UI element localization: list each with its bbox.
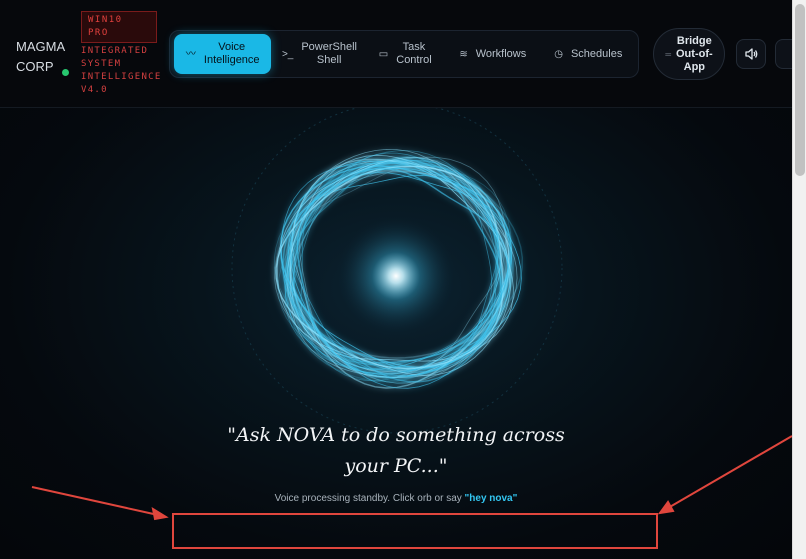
system-tag-line: V4.0 <box>81 85 108 95</box>
speaker-icon <box>745 48 758 60</box>
wake-word: "hey nova" <box>464 493 518 504</box>
tab-label: Task Control <box>396 41 431 67</box>
quote-line: "Ask NOVA to do something across <box>227 424 565 446</box>
tab-workflows[interactable]: ≋ Workflows <box>445 34 540 74</box>
tab-label-line: Task <box>402 41 426 53</box>
tab-voice-intelligence[interactable]: 〰 Voice Intelligence <box>174 34 272 74</box>
command-input-area[interactable] <box>172 513 658 549</box>
tab-label-line: Shell <box>316 54 342 66</box>
bridge-label-line: App <box>683 60 706 73</box>
bridge-label-line: Out-of- <box>676 47 713 60</box>
bridge-label: Bridge Out-of- App <box>676 35 713 74</box>
tab-schedules[interactable]: ◷ Schedules <box>543 34 634 74</box>
tab-label: Schedules <box>570 47 623 60</box>
link-icon: ═ <box>665 49 671 59</box>
terminal-icon: >_ <box>281 48 294 60</box>
tab-label-line: Control <box>396 54 432 66</box>
online-status-dot <box>62 69 69 76</box>
overflow-button[interactable] <box>775 39 792 69</box>
voice-orb[interactable] <box>0 108 792 559</box>
tab-task-control[interactable]: ▭ Task Control <box>367 34 443 74</box>
main-nav: 〰 Voice Intelligence >_ PowerShell Shell… <box>169 30 639 78</box>
system-tag-line: INTELLIGENCE <box>81 72 162 82</box>
scrollbar-thumb[interactable] <box>795 4 805 176</box>
bridge-out-of-app-button[interactable]: ═ Bridge Out-of- App <box>653 28 725 80</box>
brand-line-1: MAGMA <box>16 39 66 54</box>
app-header: MAGMA CORP WIN10 PRO INTEGRATED SYSTEM I… <box>0 0 792 108</box>
sound-toggle-button[interactable] <box>736 39 766 69</box>
orb-core <box>336 216 456 336</box>
hint-text: Voice processing standby. Click orb or s… <box>274 493 465 504</box>
voice-prompt-quote: "Ask NOVA to do something across your PC… <box>196 420 596 482</box>
brand-logo[interactable]: MAGMA CORP <box>16 37 65 77</box>
edition-line-1: WIN10 <box>88 15 123 25</box>
voice-status-hint: Voice processing standby. Click orb or s… <box>196 493 596 504</box>
monitor-icon: ▭ <box>378 48 389 60</box>
page-scrollbar[interactable] <box>792 0 806 559</box>
edition-line-2: PRO <box>88 28 109 38</box>
edition-badge: WIN10 PRO <box>81 11 157 43</box>
tab-label: Voice Intelligence <box>204 41 260 67</box>
tab-label-line: PowerShell <box>301 41 357 53</box>
wave-icon: 〰 <box>185 48 196 60</box>
voice-panel: "Ask NOVA to do something across your PC… <box>0 108 792 559</box>
layers-icon: ≋ <box>459 48 468 60</box>
tab-label: Workflows <box>475 47 527 60</box>
clock-icon: ◷ <box>554 48 563 60</box>
tab-label: PowerShell Shell <box>301 41 357 67</box>
system-tag-line: INTEGRATED <box>81 46 149 56</box>
brand-line-2: CORP <box>16 59 54 74</box>
tab-powershell-shell[interactable]: >_ PowerShell Shell <box>273 34 365 74</box>
bridge-label-line: Bridge <box>676 34 712 47</box>
system-tagline: INTEGRATED SYSTEM INTELLIGENCE V4.0 <box>81 45 162 97</box>
system-tag-line: SYSTEM <box>81 59 122 69</box>
tab-label-line: Voice <box>218 41 246 53</box>
quote-line: your PC..." <box>344 455 448 477</box>
tab-label-line: Intelligence <box>203 54 260 66</box>
